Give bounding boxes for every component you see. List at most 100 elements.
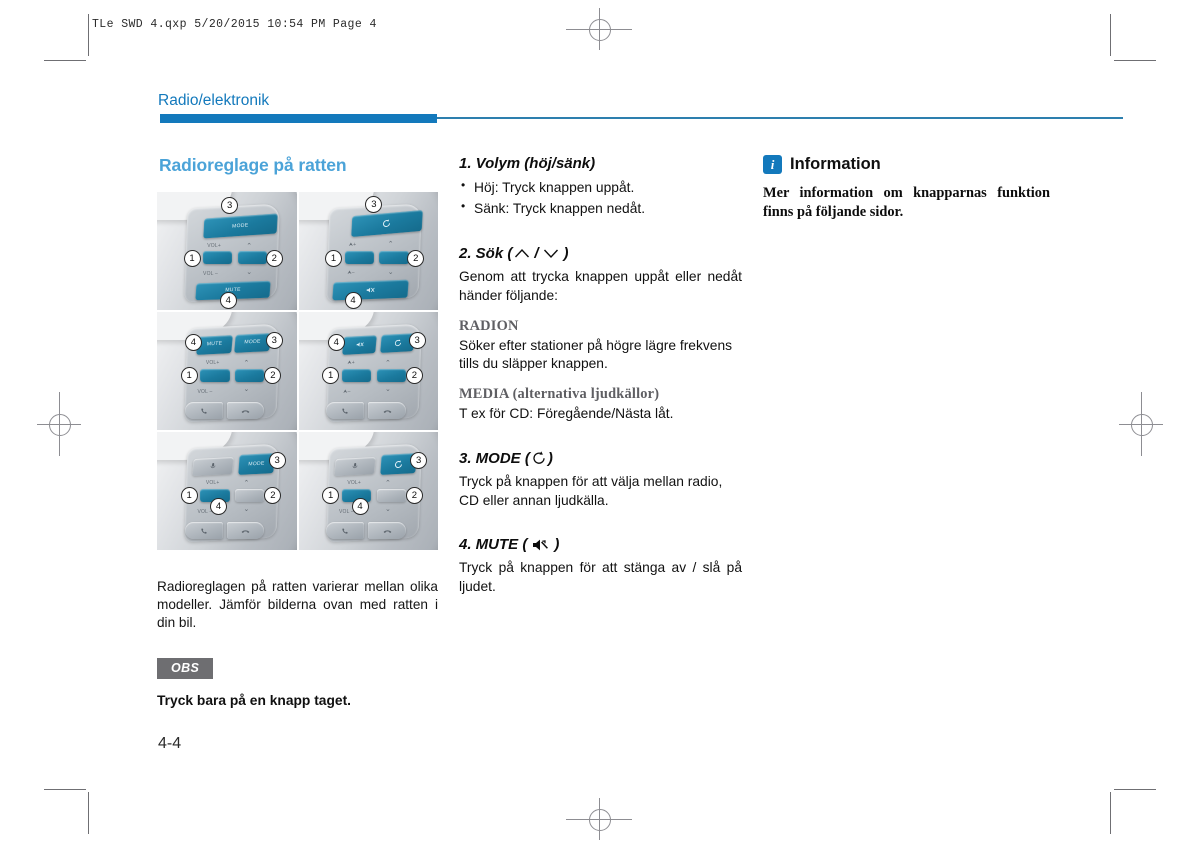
mode-cycle-icon	[394, 460, 402, 468]
item-2-heading-separator: /	[534, 245, 539, 263]
voice-icon	[352, 463, 358, 469]
left-column: Radioreglage på ratten MODE VOL+ VOL – ⌃…	[157, 155, 438, 710]
callout-4: 4	[344, 292, 362, 310]
seek-up-icon: ⌃	[384, 480, 392, 488]
seek-rocker[interactable]	[235, 368, 265, 382]
phone-end-icon	[383, 529, 391, 533]
crop-mark-bottom-left-vertical	[88, 792, 89, 834]
seek-up-icon: ⌃	[246, 242, 253, 250]
seek-rocker[interactable]	[376, 488, 406, 502]
end-call-button[interactable]	[226, 401, 265, 420]
item-2-heading: 2. Sök ( / )	[459, 245, 742, 262]
callout-4: 4	[219, 292, 237, 310]
mute-button[interactable]	[332, 279, 410, 300]
seek-up-icon: ⌃	[243, 360, 250, 368]
volume-rocker[interactable]	[203, 251, 233, 264]
volume-down-label: VOL –	[203, 271, 219, 278]
callout-3: 3	[221, 196, 239, 214]
seek-rocker[interactable]	[379, 251, 409, 264]
crop-mark-top-right-vertical	[1110, 14, 1111, 56]
item-4-body: Tryck på knappen för att stänga av / slå…	[459, 560, 742, 595]
volume-up-label: VOL+	[205, 360, 220, 367]
registration-mark-top	[566, 8, 632, 50]
end-call-button[interactable]	[368, 401, 406, 420]
seek-up-icon	[514, 248, 530, 259]
volume-rocker[interactable]	[200, 368, 230, 382]
voice-recognition-button[interactable]	[333, 456, 377, 476]
mode-button[interactable]: MODE	[234, 333, 271, 353]
callout-2: 2	[265, 249, 283, 267]
information-header: i Information	[763, 155, 1050, 174]
crop-mark-top-left-vertical	[88, 14, 89, 56]
item-4-heading-suffix: )	[554, 536, 560, 554]
mode-cycle-icon	[382, 219, 390, 228]
seek-rocker[interactable]	[237, 251, 268, 264]
item-3-heading-prefix: 3. MODE (	[459, 449, 530, 467]
seek-up-icon: ⌃	[387, 241, 394, 249]
information-title: Information	[790, 155, 881, 173]
mute-speaker-icon	[367, 286, 376, 292]
seek-rocker[interactable]	[235, 488, 265, 502]
item-2-heading-prefix: 2. Sök (	[459, 245, 513, 263]
crop-mark-top-right-horizontal	[1114, 60, 1156, 61]
figure-panel-6: VOL+ VOL – ⌃ ⌄ 3 1 4 2 OTL045500L	[298, 432, 438, 550]
running-head-title: Radio/elektronik	[158, 92, 270, 109]
crop-mark-bottom-right-horizontal	[1114, 789, 1156, 790]
mute-button[interactable]	[342, 334, 378, 355]
call-button[interactable]	[184, 401, 223, 420]
item-1-heading-text: 1. Volym (höj/sänk)	[459, 155, 596, 172]
callout-3: 3	[410, 452, 428, 470]
callout-4: 4	[351, 498, 369, 516]
registration-mark-circle	[589, 809, 611, 831]
volume-up-label: VOL+	[347, 480, 362, 487]
figure-panel-3: MUTE MODE VOL+ VOL – ⌃ ⌄ 4 3 1 2	[157, 312, 297, 430]
figure-panel-4: ⮝+ ⮝– ⌃ ⌄ 4 3 1 2	[298, 312, 438, 430]
end-call-button[interactable]	[226, 521, 265, 540]
figure-panel-5: MODE VOL+ VOL – ⌃ ⌄ 3 1 4 2	[157, 432, 297, 550]
callout-3: 3	[265, 332, 283, 350]
callout-3: 3	[268, 452, 286, 470]
voice-recognition-button[interactable]	[192, 456, 235, 476]
item-1-bullet-list: Höj: Tryck knappen uppåt. Sänk: Tryck kn…	[459, 177, 742, 218]
obs-badge: OBS	[157, 658, 214, 680]
call-button[interactable]	[326, 401, 365, 420]
phone-end-icon	[241, 409, 250, 413]
running-head-accent-bar	[160, 114, 437, 123]
end-call-button[interactable]	[368, 521, 406, 540]
volume-rocker[interactable]	[341, 368, 372, 382]
call-button[interactable]	[184, 521, 223, 540]
phone-call-icon	[201, 527, 207, 534]
seek-up-icon: ⌃	[384, 360, 392, 368]
callout-3: 3	[365, 195, 383, 213]
volume-up-label: ⮝+	[347, 360, 355, 367]
seek-rocker[interactable]	[376, 368, 406, 382]
item-1-heading: 1. Volym (höj/sänk)	[459, 155, 742, 172]
volume-rocker[interactable]	[344, 251, 374, 264]
registration-mark-circle	[589, 19, 611, 41]
item-4-heading: 4. MUTE ( )	[459, 536, 742, 553]
voice-icon	[211, 463, 216, 469]
figure-panel-1: MODE VOL+ VOL – ⌃ ⌄ MUTE 3 1 2 4	[157, 192, 297, 310]
registration-mark-circle	[49, 414, 71, 436]
volume-down-label: VOL –	[197, 388, 213, 395]
figure-panel-2: ⮝+ ⮝– ⌃ ⌄ 3 1 2 4	[298, 192, 438, 310]
mode-cycle-icon	[394, 339, 401, 347]
radio-subheading: RADION	[459, 317, 519, 334]
media-subheading-body: T ex för CD: Föregående/Nästa låt.	[459, 406, 674, 422]
running-head-rule	[437, 117, 1123, 119]
volume-up-label: VOL+	[205, 480, 220, 487]
volume-up-label: VOL+	[207, 242, 221, 249]
item-2-heading-suffix: )	[563, 245, 569, 263]
phone-end-icon	[383, 409, 391, 413]
crop-mark-top-left-horizontal	[44, 60, 86, 61]
middle-column: 1. Volym (höj/sänk) Höj: Tryck knappen u…	[459, 155, 742, 597]
mute-button[interactable]: MUTE	[196, 334, 234, 355]
call-button[interactable]	[326, 521, 365, 540]
seek-down-icon: ⌄	[384, 506, 392, 514]
seek-down-icon: ⌄	[246, 268, 253, 276]
volume-down-label: ⮝–	[343, 388, 351, 395]
item-3-heading-suffix: )	[547, 449, 553, 467]
callout-2: 2	[407, 249, 425, 267]
